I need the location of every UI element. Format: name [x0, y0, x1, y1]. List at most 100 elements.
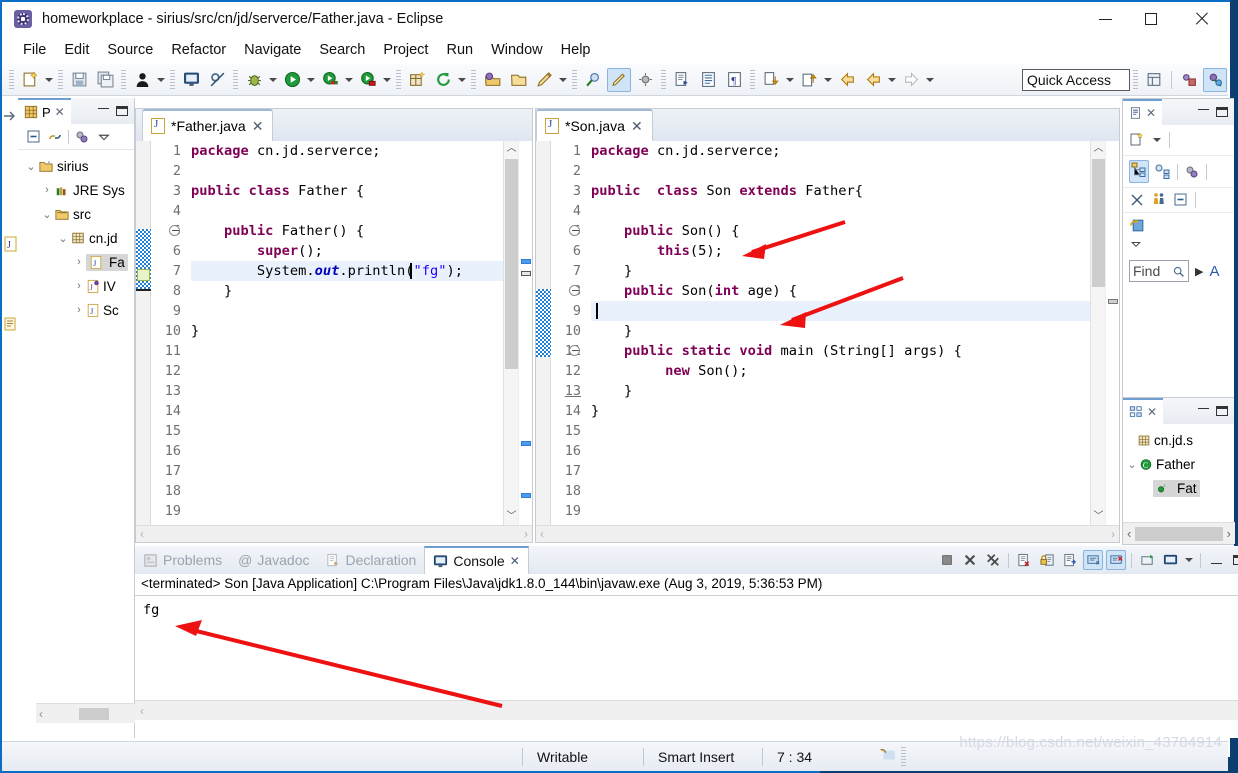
scroll-left-icon[interactable]: ‹ — [540, 527, 544, 541]
code-line[interactable] — [191, 341, 503, 361]
toolbar-grip[interactable] — [396, 69, 401, 90]
code-text-right[interactable]: package cn.jd.serverce; public class Son… — [587, 141, 1090, 542]
search-button[interactable] — [581, 68, 605, 92]
display-selected-console-button[interactable] — [1160, 550, 1180, 570]
toolbar-grip[interactable] — [1133, 69, 1138, 90]
chevron-right-icon[interactable]: › — [72, 280, 86, 292]
code-line[interactable]: public class Father { — [191, 181, 503, 201]
code-line[interactable]: public Son() { — [591, 221, 1090, 241]
minimize-icon[interactable] — [1198, 407, 1209, 409]
chevron-down-icon[interactable]: ⌄ — [1125, 458, 1139, 471]
tree-item-jre-system-library[interactable]: › JRE Sys — [20, 178, 134, 202]
tree-item-interface[interactable]: › J IV — [20, 274, 134, 298]
code-line[interactable] — [591, 421, 1090, 441]
run-dropdown[interactable] — [305, 69, 317, 91]
code-line[interactable]: new Son(); — [591, 361, 1090, 381]
console-view-menu-dropdown[interactable] — [1183, 549, 1195, 571]
link-with-editor-icon[interactable] — [47, 129, 63, 145]
code-line[interactable]: super(); — [191, 241, 503, 261]
scroll-down-icon[interactable]: ﹀ — [504, 509, 519, 524]
menu-navigate[interactable]: Navigate — [235, 40, 310, 60]
code-line[interactable] — [191, 481, 503, 501]
chevron-down-icon[interactable]: ⌄ — [24, 160, 38, 173]
status-grip[interactable] — [901, 746, 907, 767]
code-line[interactable] — [191, 161, 503, 181]
scroll-thumb[interactable] — [1135, 526, 1223, 541]
outline-item-constructor[interactable]: c Fat — [1123, 476, 1234, 500]
history-icon[interactable] — [1155, 164, 1171, 180]
chevron-down-icon[interactable] — [1151, 129, 1163, 151]
tab-javadoc-view[interactable]: ✕ — [1123, 99, 1163, 125]
close-button[interactable] — [1174, 2, 1228, 36]
tab-javadoc[interactable]: @ Javadoc — [230, 546, 317, 574]
maximize-icon[interactable] — [1216, 107, 1228, 117]
java-perspective-button[interactable] — [1177, 68, 1201, 92]
hide-fields-icon[interactable] — [1129, 192, 1145, 208]
menu-edit[interactable]: Edit — [55, 40, 98, 60]
scroll-left-icon[interactable]: ‹ — [140, 704, 144, 718]
javadoc-view-menu[interactable] — [1123, 238, 1234, 253]
refresh-icon[interactable] — [1129, 217, 1146, 234]
fold-collapse-icon[interactable] — [169, 225, 180, 236]
scroll-left-icon[interactable]: ‹ — [140, 527, 144, 541]
marker-bar-left[interactable] — [136, 141, 151, 542]
menu-project[interactable]: Project — [374, 40, 437, 60]
scroll-up-icon[interactable]: ︿ — [504, 141, 519, 156]
scroll-left-icon[interactable]: ‹ — [1127, 526, 1131, 541]
clear-console-button[interactable] — [1014, 550, 1034, 570]
code-line[interactable] — [591, 301, 1090, 321]
outline-item-class-father[interactable]: ⌄ C Father — [1123, 452, 1234, 476]
remove-all-launches-button[interactable] — [983, 550, 1003, 570]
person-button[interactable] — [130, 68, 154, 92]
overview-ruler-left[interactable] — [518, 141, 532, 542]
code-line[interactable]: System.out.println("fg"); — [191, 261, 503, 281]
toolbar-grip[interactable] — [661, 69, 666, 90]
code-line[interactable] — [191, 361, 503, 381]
toolbar-grip[interactable] — [572, 69, 577, 90]
tab-son-java[interactable]: *Son.java ✕ — [536, 109, 653, 141]
new-doc-icon[interactable] — [1129, 132, 1145, 148]
editor-vscrollbar-right[interactable]: ︿ ﹀ — [1090, 141, 1105, 542]
show-console-on-output-button[interactable] — [1083, 550, 1103, 570]
code-line[interactable]: this(5); — [591, 241, 1090, 261]
run-last-button[interactable] — [318, 68, 342, 92]
show-console-on-error-button[interactable] — [1106, 550, 1126, 570]
scroll-left-icon[interactable]: ‹ — [39, 707, 43, 721]
code-line[interactable]: } — [591, 321, 1090, 341]
chevron-down-icon[interactable] — [97, 130, 111, 144]
toolbar-grip[interactable] — [58, 69, 63, 90]
scroll-thumb[interactable] — [505, 159, 518, 369]
code-line[interactable] — [591, 441, 1090, 461]
forward-button[interactable] — [899, 68, 923, 92]
tree-item-sirius[interactable]: ⌄ sirius — [20, 154, 134, 178]
minimize-icon[interactable] — [98, 107, 109, 109]
code-line[interactable] — [191, 421, 503, 441]
code-line[interactable] — [591, 161, 1090, 181]
annotation-button[interactable] — [633, 68, 657, 92]
overview-marker[interactable] — [521, 259, 531, 264]
code-line[interactable]: public class Son extends Father{ — [591, 181, 1090, 201]
toolbar-grip[interactable] — [170, 69, 175, 90]
chevron-down-icon[interactable]: ⌄ — [56, 232, 70, 245]
tab-console[interactable]: Console ✕ — [424, 546, 529, 574]
menu-file[interactable]: File — [14, 40, 55, 60]
code-text-left[interactable]: package cn.jd.serverce; public class Fat… — [187, 141, 503, 542]
scroll-thumb[interactable] — [79, 707, 109, 720]
code-line[interactable] — [191, 461, 503, 481]
editor-hscrollbar-right[interactable]: ‹ › — [536, 525, 1119, 542]
debug-perspective-button[interactable] — [1203, 67, 1227, 92]
code-line[interactable]: } — [191, 281, 503, 301]
overview-marker[interactable] — [521, 493, 531, 498]
tree-item-father-java[interactable]: › J Fa — [20, 250, 134, 274]
close-icon[interactable]: ✕ — [1146, 106, 1156, 120]
next-annotation-dropdown[interactable] — [784, 69, 796, 91]
menu-source[interactable]: Source — [98, 40, 162, 60]
chevron-right-icon[interactable]: › — [40, 184, 54, 196]
pencil-button[interactable] — [532, 68, 556, 92]
scroll-right-icon[interactable]: › — [524, 527, 528, 541]
hide-static-icon[interactable] — [1151, 192, 1167, 208]
tab-package-explorer[interactable]: P ✕ — [18, 98, 71, 124]
scroll-up-icon[interactable]: ︿ — [1091, 141, 1106, 156]
tree-item-package-cnjd[interactable]: ⌄ cn.jd — [20, 226, 134, 250]
refresh-button[interactable] — [431, 68, 455, 92]
